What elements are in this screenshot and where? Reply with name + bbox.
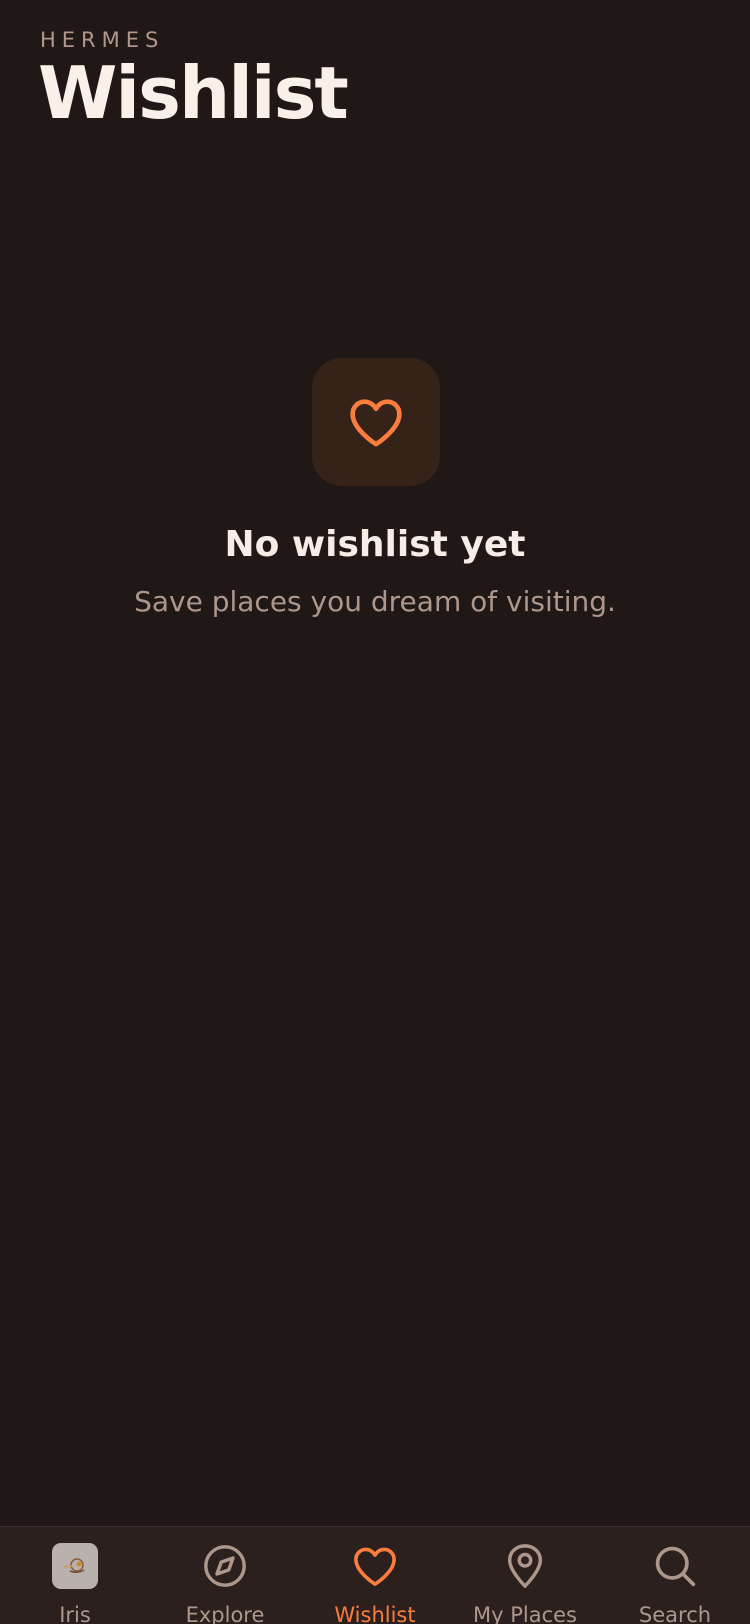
page-title: Wishlist — [38, 51, 349, 135]
tab-search-label: Search — [638, 1603, 712, 1624]
tab-explore[interactable]: Explore — [150, 1527, 300, 1624]
wishlist-screen: HERMES Wishlist No wishlist yet Save pla… — [0, 0, 750, 1624]
tab-wishlist-icon-wrap — [352, 1543, 398, 1589]
avatar-image — [63, 1558, 85, 1574]
tab-wishlist[interactable]: Wishlist — [300, 1527, 450, 1624]
search-icon — [655, 1546, 696, 1587]
tab-explore-icon-wrap — [202, 1543, 248, 1589]
tab-search[interactable]: Search — [600, 1527, 750, 1624]
tab-explore-label: Explore — [185, 1603, 265, 1624]
empty-state-icon-tile — [312, 358, 440, 486]
compass-icon — [204, 1545, 246, 1587]
tab-wishlist-label: Wishlist — [334, 1603, 416, 1624]
tab-search-icon-wrap — [652, 1543, 698, 1589]
tab-my-places-label: My Places — [473, 1603, 577, 1624]
app-brand-label: HERMES — [40, 28, 165, 52]
empty-state-title: No wishlist yet — [224, 524, 526, 565]
avatar — [52, 1543, 98, 1589]
heart-icon — [350, 399, 402, 447]
tab-my-places[interactable]: My Places — [450, 1527, 600, 1624]
tab-iris[interactable]: Iris — [0, 1527, 150, 1624]
tab-my-places-icon-wrap — [502, 1543, 548, 1589]
tab-iris-icon-wrap — [52, 1543, 98, 1589]
bottom-tab-bar: Iris Explore Wishlist My Places Search — [0, 1526, 750, 1624]
empty-state-subtitle: Save places you dream of visiting. — [134, 585, 616, 618]
tab-iris-label: Iris — [59, 1603, 91, 1624]
heart-icon — [354, 1547, 396, 1586]
location-pin-icon — [507, 1544, 543, 1588]
